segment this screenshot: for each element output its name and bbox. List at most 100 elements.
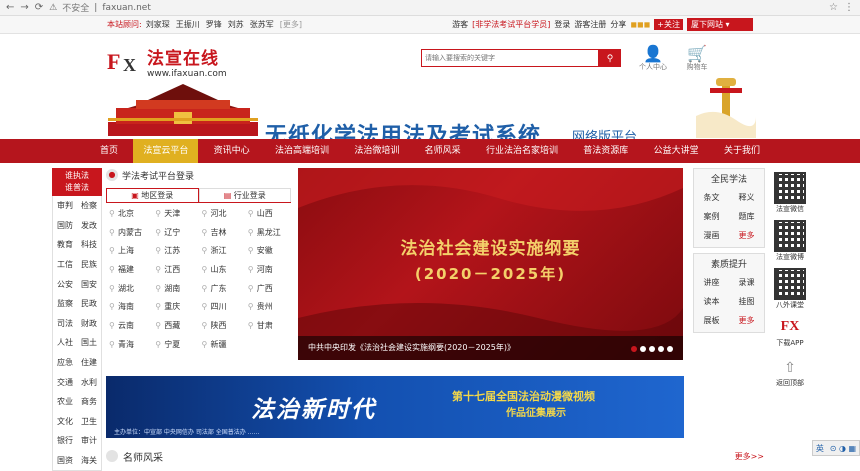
nav-home[interactable]: 首页 [90, 139, 128, 163]
quick-link[interactable]: 释义 [729, 192, 764, 203]
enforcer-link[interactable]: 水利 [81, 377, 97, 388]
login-link[interactable]: 登录 [554, 19, 570, 30]
user-center-button[interactable]: 👤 个人中心 [637, 44, 669, 72]
nav-public-lectures[interactable]: 公益大讲堂 [644, 139, 709, 163]
quick-link[interactable]: 讲座 [694, 277, 729, 288]
region-login-link[interactable]: 天津 [152, 205, 198, 224]
region-login-link[interactable]: 四川 [199, 298, 245, 317]
region-login-link[interactable]: 贵州 [245, 298, 291, 317]
region-login-link[interactable]: 山东 [199, 261, 245, 280]
region-login-link[interactable]: 青海 [106, 336, 152, 355]
nav-industry-training[interactable]: 行业法治名家培训 [476, 139, 568, 163]
enforcer-link[interactable]: 住建 [81, 357, 97, 368]
quick-link[interactable]: 案例 [694, 211, 729, 222]
region-login-link[interactable]: 湖南 [152, 280, 198, 299]
enforcer-link[interactable]: 科技 [81, 239, 97, 250]
site-logo[interactable]: FX 法宣在线 www.ifaxuan.com [107, 44, 227, 80]
region-login-link[interactable]: 吉林 [199, 224, 245, 243]
register-link[interactable]: 游客注册 [574, 19, 606, 30]
quick-link[interactable]: 条文 [694, 192, 729, 203]
region-login-link[interactable]: 新疆 [199, 336, 245, 355]
bookmark-star-icon[interactable]: ☆ [829, 2, 838, 13]
back-button[interactable]: ← [6, 2, 14, 13]
enforcer-link[interactable]: 检察 [81, 200, 97, 211]
quick-link[interactable]: 展板 [694, 315, 729, 326]
carousel-dot[interactable] [658, 346, 664, 352]
enforcer-link[interactable]: 财政 [81, 318, 97, 329]
hero-banner[interactable]: 法治社会建设实施纲要 (2020－2025年) 中共中央印发《法治社会建设实施纲… [298, 168, 683, 360]
enforcer-link[interactable]: 工信 [57, 259, 73, 270]
wechat-qr[interactable]: 法宣微信 [771, 172, 809, 214]
enforcer-link[interactable]: 民政 [81, 298, 97, 309]
region-login-link[interactable]: 安徽 [245, 242, 291, 261]
enforcer-link[interactable]: 司法 [57, 318, 73, 329]
advisor-link[interactable]: 刘苏 [228, 19, 244, 30]
advisor-link[interactable]: 刘家琛 [146, 19, 170, 30]
search-button[interactable]: ⚲ [599, 49, 621, 67]
region-login-link[interactable]: 上海 [106, 242, 152, 261]
enforcer-link[interactable]: 应急 [57, 357, 73, 368]
region-login-link[interactable]: 江苏 [152, 242, 198, 261]
reload-button[interactable]: ⟳ [35, 2, 43, 13]
region-login-link[interactable]: 北京 [106, 205, 152, 224]
enforcer-link[interactable]: 人社 [57, 337, 73, 348]
quick-link[interactable]: 读本 [694, 296, 729, 307]
region-login-link[interactable]: 内蒙古 [106, 224, 152, 243]
enforcer-link[interactable]: 公安 [57, 279, 73, 290]
region-login-link[interactable]: 重庆 [152, 298, 198, 317]
nav-micro-training[interactable]: 法治微培训 [344, 139, 409, 163]
search-input[interactable] [421, 49, 599, 67]
region-login-link[interactable]: 河南 [245, 261, 291, 280]
share-icons[interactable]: ◼◼◼ [630, 20, 650, 29]
nav-teachers[interactable]: 名师风采 [415, 139, 471, 163]
region-login-link[interactable]: 广西 [245, 280, 291, 299]
forward-button[interactable]: → [20, 2, 28, 13]
region-login-link[interactable]: 湖北 [106, 280, 152, 299]
enforcer-link[interactable]: 银行 [57, 435, 73, 446]
more-link[interactable]: 更多 [729, 230, 764, 241]
tab-industry-login[interactable]: ▤ 行业登录 [198, 188, 291, 202]
enforcer-link[interactable]: 国土 [81, 337, 97, 348]
carousel-dot[interactable] [667, 346, 673, 352]
more-link[interactable]: 更多 [729, 315, 764, 326]
carousel-dot[interactable] [640, 346, 646, 352]
region-login-link[interactable]: 广东 [199, 280, 245, 299]
nav-resources[interactable]: 普法资源库 [573, 139, 638, 163]
tab-region-login[interactable]: ▣ 地区登录 [106, 188, 199, 202]
quick-link[interactable]: 漫画 [694, 230, 729, 241]
download-app[interactable]: FX 下载APP [771, 316, 809, 348]
ime-toolbar[interactable]: 英 ⊙ ◑ ▦ [812, 440, 860, 456]
region-login-link[interactable]: 宁夏 [152, 336, 198, 355]
back-to-top[interactable]: ⇧ 返回顶部 [771, 360, 809, 388]
enforcer-link[interactable]: 国防 [57, 220, 73, 231]
enforcer-link[interactable]: 海关 [81, 455, 97, 466]
address-bar[interactable]: ⚠ 不安全 | faxuan.net [49, 1, 823, 15]
region-login-link[interactable]: 陕西 [199, 317, 245, 336]
enforcer-link[interactable]: 国安 [81, 279, 97, 290]
quick-link[interactable]: 题库 [729, 211, 764, 222]
region-login-link[interactable]: 云南 [106, 317, 152, 336]
carousel-dot[interactable] [649, 346, 655, 352]
enforcer-link[interactable]: 商务 [81, 396, 97, 407]
enforcer-link[interactable]: 农业 [57, 396, 73, 407]
advisors-more-link[interactable]: [更多] [280, 19, 302, 30]
site-select-dropdown[interactable]: 厦下网站 ▾ [687, 18, 753, 31]
enforcer-link[interactable]: 审计 [81, 435, 97, 446]
region-login-link[interactable]: 河北 [199, 205, 245, 224]
non-student-login-link[interactable]: [非学法考试平台学员] [472, 19, 550, 30]
enforcer-link[interactable]: 教育 [57, 239, 73, 250]
region-login-link[interactable]: 西藏 [152, 317, 198, 336]
banner-caption[interactable]: 中共中央印发《法治社会建设实施纲要(2020－2025年)》 [298, 336, 683, 360]
enforcer-link[interactable]: 交通 [57, 377, 73, 388]
quick-link[interactable]: 挂图 [729, 296, 764, 307]
carousel-dot[interactable] [631, 346, 637, 352]
enforcer-link[interactable]: 卫生 [81, 416, 97, 427]
follow-button[interactable]: +关注 [654, 19, 683, 30]
region-login-link[interactable]: 山西 [245, 205, 291, 224]
enforcer-link[interactable]: 国资 [57, 455, 73, 466]
class-qr[interactable]: 八外课堂 [771, 268, 809, 310]
cart-button[interactable]: 🛒 购物车 [681, 44, 713, 72]
enforcer-link[interactable]: 文化 [57, 416, 73, 427]
ime-icons[interactable]: ⊙ ◑ ▦ [830, 444, 856, 453]
animation-contest-banner[interactable]: 法治新时代 第十七届全国法治动漫微视频 作品征集展示 主办单位：中宣部 中央网信… [106, 376, 684, 438]
